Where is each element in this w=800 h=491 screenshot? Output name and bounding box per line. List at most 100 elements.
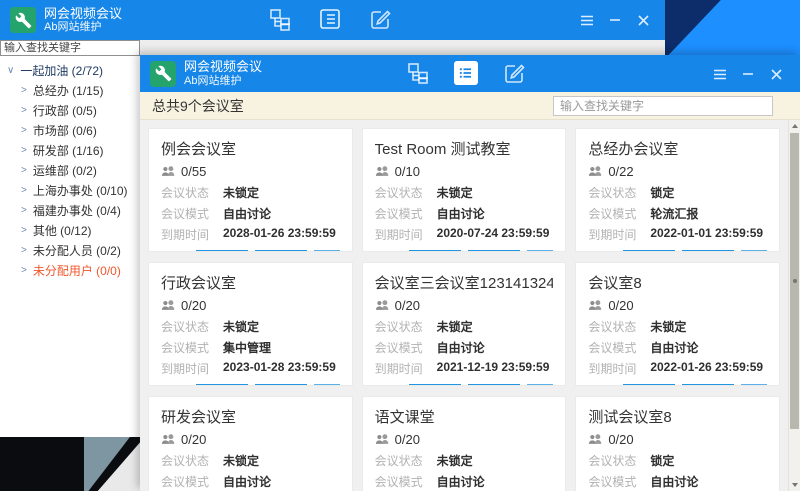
tree-chevron-icon[interactable]: > <box>21 125 27 136</box>
room-name: 行政会议室 <box>161 272 340 293</box>
status-value: 未锁定 <box>437 184 473 201</box>
tree-item-label: 行政部 (0/5) <box>33 102 97 119</box>
tree-chevron-icon[interactable]: ∨ <box>7 65 14 76</box>
scroll-up-button[interactable] <box>789 120 800 132</box>
org-chart-icon[interactable] <box>268 7 292 31</box>
expire-row: 到期时间 2020-07-24 23:59:59 <box>375 226 554 243</box>
tree-item[interactable]: ∨ 一起加油 (2/72) <box>0 60 140 80</box>
mode-value: 轮流汇报 <box>650 205 698 222</box>
room-list-icon[interactable] <box>318 7 342 31</box>
participant-count: 0/10 <box>395 164 420 179</box>
meeting-room-card: 总经办会议室 0/22 会议状态 锁定 <box>575 128 780 252</box>
back-window-title-block: 网会视频会议 Ab网站维护 <box>44 6 122 35</box>
invite-button[interactable]: 邀请 <box>623 250 675 252</box>
mode-value: 自由讨论 <box>223 205 271 222</box>
mode-row: 会议模式 集中管理 <box>161 339 340 356</box>
tree-chevron-icon[interactable]: > <box>21 85 27 96</box>
mode-label: 会议模式 <box>375 205 437 222</box>
tree-chevron-icon[interactable]: > <box>21 165 27 176</box>
sidebar-search-row <box>0 40 665 56</box>
invite-button[interactable]: 邀请 <box>196 384 248 386</box>
status-row: 会议状态 未锁定 <box>375 452 554 469</box>
tree-chevron-icon[interactable]: > <box>21 105 27 116</box>
more-button[interactable]: ... <box>741 384 767 386</box>
tree-item[interactable]: > 运维部 (0/2) <box>0 160 140 180</box>
mode-label: 会议模式 <box>588 473 650 490</box>
room-grid: 例会会议室 0/55 会议状态 未锁定 <box>148 128 780 491</box>
meeting-room-card: 研发会议室 0/20 会议状态 未锁定 <box>148 396 353 491</box>
more-button[interactable]: ... <box>314 384 340 386</box>
more-button[interactable]: ... <box>314 250 340 252</box>
minimize-icon[interactable] <box>607 12 623 28</box>
join-button[interactable]: 入会 <box>468 250 520 252</box>
join-button[interactable]: 入会 <box>682 384 734 386</box>
tree-item[interactable]: > 行政部 (0/5) <box>0 100 140 120</box>
room-name: Test Room 测试教室 <box>375 138 554 159</box>
tree-item[interactable]: > 研发部 (1/16) <box>0 140 140 160</box>
meeting-room-card: 语文课堂 0/20 会议状态 未锁定 <box>362 396 567 491</box>
invite-button[interactable]: 邀请 <box>623 384 675 386</box>
more-button[interactable]: ... <box>527 384 553 386</box>
close-icon[interactable] <box>768 66 784 82</box>
meeting-room-card: 行政会议室 0/20 会议状态 未锁定 <box>148 262 353 386</box>
back-toolbar <box>268 7 392 31</box>
room-name: 语文课堂 <box>375 406 554 427</box>
status-row: 会议状态 锁定 <box>588 452 767 469</box>
participant-count: 0/20 <box>608 298 633 313</box>
wrench-icon <box>155 65 172 82</box>
summary-bar: 总共9个会议室 <box>140 92 800 120</box>
close-icon[interactable] <box>635 12 651 28</box>
participant-count: 0/20 <box>395 298 420 313</box>
participant-count-row: 0/10 <box>375 164 554 179</box>
invite-button[interactable]: 邀请 <box>409 384 461 386</box>
status-label: 会议状态 <box>375 452 437 469</box>
invite-button[interactable]: 邀请 <box>196 250 248 252</box>
tree-chevron-icon[interactable]: > <box>21 205 27 216</box>
tree-chevron-icon[interactable]: > <box>21 265 27 276</box>
status-row: 会议状态 未锁定 <box>161 452 340 469</box>
join-button[interactable]: 入会 <box>468 384 520 386</box>
tree-item[interactable]: > 总经办 (1/15) <box>0 80 140 100</box>
expire-value: 2028-01-26 23:59:59 <box>223 226 336 243</box>
org-tree-sidebar: ∨ 一起加油 (2/72) > 总经办 (1/15) > 行政部 (0/5) >… <box>0 56 140 437</box>
participants-icon <box>588 434 602 445</box>
scroll-down-button[interactable] <box>789 479 800 491</box>
tree-item[interactable]: > 未分配用户 (0/0) <box>0 260 140 280</box>
tree-chevron-icon[interactable]: > <box>21 245 27 256</box>
scrollbar-thumb[interactable] <box>790 133 799 429</box>
card-actions: 邀请 入会 ... <box>588 384 767 386</box>
room-list-icon-active[interactable] <box>454 61 478 85</box>
tree-chevron-icon[interactable]: > <box>21 185 27 196</box>
room-search-input[interactable] <box>553 96 773 116</box>
invite-button[interactable]: 邀请 <box>409 250 461 252</box>
tree-item[interactable]: > 上海办事处 (0/10) <box>0 180 140 200</box>
edit-icon[interactable] <box>368 7 392 31</box>
participant-count-row: 0/20 <box>375 432 554 447</box>
tree-item[interactable]: > 其他 (0/12) <box>0 220 140 240</box>
minimize-icon[interactable] <box>740 66 756 82</box>
join-button[interactable]: 入会 <box>255 250 307 252</box>
tree-item[interactable]: > 市场部 (0/6) <box>0 120 140 140</box>
more-button[interactable]: ... <box>527 250 553 252</box>
sidebar-search-input[interactable] <box>0 40 140 56</box>
participant-count-row: 0/55 <box>161 164 340 179</box>
tree-item[interactable]: > 福建办事处 (0/4) <box>0 200 140 220</box>
edit-icon[interactable] <box>502 61 526 85</box>
join-button[interactable]: 入会 <box>255 384 307 386</box>
app-subtitle: Ab网站维护 <box>44 21 122 34</box>
expire-row: 到期时间 2022-01-01 23:59:59 <box>588 226 767 243</box>
expire-label: 到期时间 <box>375 360 437 377</box>
menu-icon[interactable] <box>579 12 595 28</box>
more-button[interactable]: ... <box>741 250 767 252</box>
front-window: 网会视频会议 Ab网站维护 <box>140 55 800 491</box>
tree-chevron-icon[interactable]: > <box>21 145 27 156</box>
vertical-scrollbar[interactable] <box>788 120 800 491</box>
tree-item[interactable]: > 未分配人员 (0/2) <box>0 240 140 260</box>
mode-label: 会议模式 <box>375 473 437 490</box>
menu-icon[interactable] <box>712 66 728 82</box>
join-button[interactable]: 入会 <box>682 250 734 252</box>
org-chart-icon[interactable] <box>406 61 430 85</box>
tree-item-label: 总经办 (1/15) <box>33 82 104 99</box>
tree-item-label: 福建办事处 (0/4) <box>33 202 121 219</box>
tree-chevron-icon[interactable]: > <box>21 225 27 236</box>
